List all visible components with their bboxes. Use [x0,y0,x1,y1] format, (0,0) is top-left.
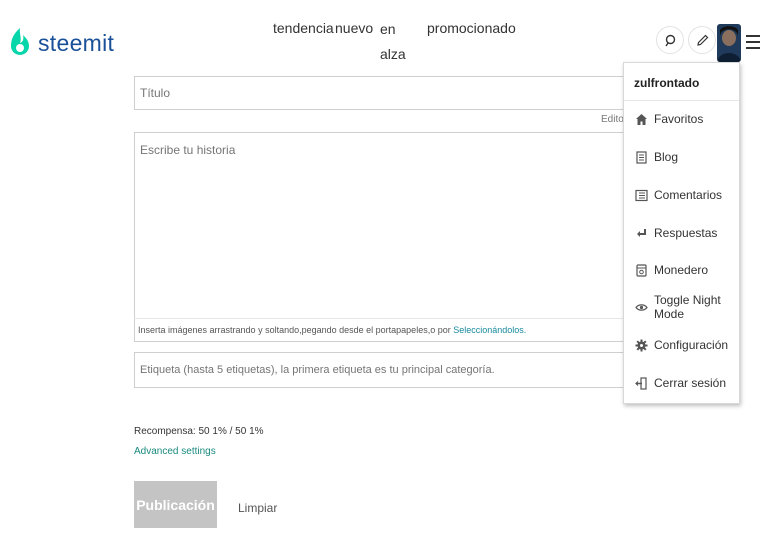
search-icon [664,34,675,46]
dropzone-text: Inserta imágenes arrastrando y soltando,… [138,325,454,335]
nav-en-alza[interactable]: en alza [380,17,408,67]
menu-item-respuestas[interactable]: Respuestas [624,218,739,248]
image-dropzone[interactable]: Inserta imágenes arrastrando y soltando,… [134,318,634,342]
reply-icon [634,226,648,240]
menu-item-label: Favoritos [654,112,704,126]
avatar[interactable] [717,24,741,62]
home-icon [634,112,648,126]
nav-promocionado[interactable]: promocionado [427,20,516,36]
body-textarea[interactable] [135,133,633,341]
blog-icon [634,150,648,164]
comments-icon [634,188,648,202]
menu-item-label: Comentarios [654,188,723,202]
menu-item-night-mode[interactable]: Toggle Night Mode [624,292,739,322]
tags-field[interactable] [134,352,634,388]
select-images-link[interactable]: Seleccionándolos. [453,325,526,335]
menu-item-comentarios[interactable]: Comentarios [624,180,739,210]
menu-item-label: Respuestas [654,226,718,240]
user-dropdown-menu: zulfrontado Favoritos Blog Comentarios R… [623,62,740,404]
reward-label: Recompensa: 50 1% / 50 1% [134,426,264,437]
menu-item-label: Configuración [654,338,729,352]
brand-name: steemit [38,29,115,56]
steemit-logo[interactable]: steemit [8,26,114,60]
nav-nuevo[interactable]: nuevo [335,20,373,36]
advanced-settings-link[interactable]: Advanced settings [134,446,216,457]
pencil-icon [696,34,708,46]
menu-item-monedero[interactable]: Monedero [624,255,739,285]
gear-icon [634,338,648,352]
dropdown-username[interactable]: zulfrontado [624,63,739,101]
write-post-button[interactable] [688,26,716,54]
publish-button[interactable]: Publicación [134,481,217,528]
clear-button[interactable]: Limpiar [238,501,277,515]
wallet-icon [634,263,648,277]
top-header: steemit tendencia nuevo en alza promocio… [0,0,768,70]
menu-item-favoritos[interactable]: Favoritos [624,104,739,134]
menu-item-label: Toggle Night Mode [654,293,721,321]
title-input[interactable] [135,77,633,109]
tags-input[interactable] [135,353,633,387]
menu-item-cerrar-sesion[interactable]: Cerrar sesión [624,368,739,398]
steemit-logo-icon [11,28,29,55]
menu-item-label: Blog [654,150,679,164]
search-button[interactable] [656,26,684,54]
logout-icon [634,376,648,390]
title-field[interactable] [134,76,634,110]
body-field[interactable] [134,132,634,342]
menu-item-label: Cerrar sesión [654,376,727,390]
avatar-image [717,24,741,62]
menu-item-configuracion[interactable]: Configuración [624,330,739,360]
hamburger-menu-icon[interactable] [746,35,760,49]
nav-tendencia[interactable]: tendencia [273,20,334,36]
eye-icon [634,300,648,314]
menu-item-label: Monedero [654,263,709,277]
menu-item-blog[interactable]: Blog [624,142,739,172]
